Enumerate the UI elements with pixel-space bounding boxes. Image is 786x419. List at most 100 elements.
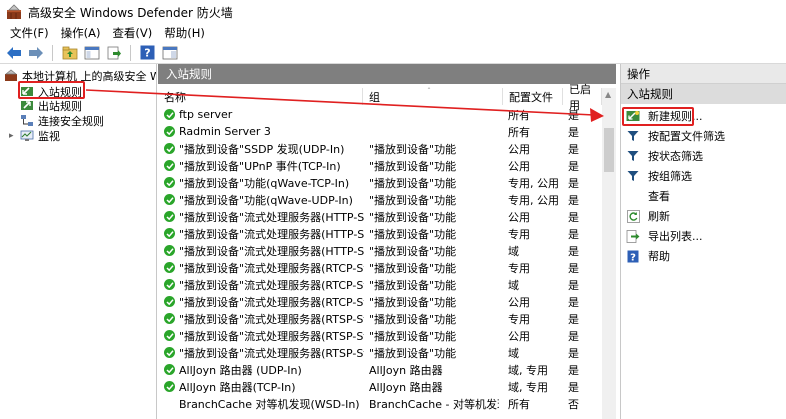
help-icon: ? bbox=[140, 45, 155, 60]
rule-profile-cell: 域, 专用 bbox=[508, 363, 548, 377]
table-row[interactable]: "播放到设备"SSDP 发现(UDP-In) "播放到设备"功能 公用 是 bbox=[158, 140, 602, 157]
filter-icon bbox=[626, 149, 640, 163]
table-row[interactable]: AllJoyn 路由器 (UDP-In) AllJoyn 路由器 域, 专用 是 bbox=[158, 361, 602, 378]
table-row[interactable]: BranchCache 对等机发现(WSD-In) BranchCache - 对… bbox=[158, 395, 602, 412]
rule-enabled-cell: 是 bbox=[568, 261, 579, 275]
tree-item-outbound-rules[interactable]: 出站规则 bbox=[20, 98, 82, 113]
action-export-list[interactable]: 导出列表... bbox=[621, 226, 786, 246]
table-row[interactable]: "播放到设备"流式处理服务器(HTTP-Stre... "播放到设备"功能 公用 是 bbox=[158, 208, 602, 225]
column-header-profile[interactable]: 配置文件 bbox=[503, 88, 563, 105]
tree-item-monitoring[interactable]: 监视 bbox=[20, 128, 60, 143]
scroll-up-arrow-icon[interactable]: ▲ bbox=[605, 90, 611, 99]
table-row[interactable]: "播放到设备"流式处理服务器(RTSP-Stre... "播放到设备"功能 专用 是 bbox=[158, 310, 602, 327]
refresh-icon bbox=[626, 209, 640, 223]
rule-profile-cell: 域, 专用 bbox=[508, 380, 548, 394]
table-row[interactable]: "播放到设备"流式处理服务器(RTSP-Stre... "播放到设备"功能 公用 是 bbox=[158, 327, 602, 344]
rule-group-cell: "播放到设备"功能 bbox=[369, 159, 457, 173]
rule-enabled-cell: 是 bbox=[568, 176, 579, 190]
action-refresh[interactable]: 刷新 bbox=[621, 206, 786, 226]
action-filter-by-state[interactable]: 按状态筛选 bbox=[621, 146, 786, 166]
action-new-rule[interactable]: 新建规则... bbox=[621, 106, 786, 126]
menu-bar: 文件(F) 操作(A) 查看(V) 帮助(H) bbox=[0, 24, 786, 42]
menu-action[interactable]: 操作(A) bbox=[55, 25, 107, 41]
rule-enabled-cell: 是 bbox=[568, 108, 579, 122]
enabled-check-icon bbox=[164, 194, 175, 205]
rule-name-text: "播放到设备"流式处理服务器(RTSP-Stre... bbox=[179, 312, 364, 326]
help-button[interactable]: ? bbox=[138, 44, 157, 62]
rule-group-cell: "播放到设备"功能 bbox=[369, 210, 457, 224]
rule-group-cell: "播放到设备"功能 bbox=[369, 227, 457, 241]
rule-name-cell: Radmin Server 3 bbox=[164, 123, 364, 140]
rule-profile-cell: 专用, 公用 bbox=[508, 193, 559, 207]
rule-name-text: "播放到设备"功能(qWave-TCP-In) bbox=[179, 176, 350, 190]
rule-profile-cell: 专用, 公用 bbox=[508, 176, 559, 190]
rule-name-cell: BranchCache 对等机发现(WSD-In) bbox=[164, 395, 364, 412]
rule-group-cell: AllJoyn 路由器 bbox=[369, 380, 443, 394]
rule-group-cell: "播放到设备"功能 bbox=[369, 278, 457, 292]
action-view[interactable]: 查看 bbox=[621, 186, 786, 206]
enabled-check-icon bbox=[164, 245, 175, 256]
scrollbar-thumb[interactable] bbox=[604, 128, 614, 172]
enabled-check-icon bbox=[164, 381, 175, 392]
rule-name-text: "播放到设备"流式处理服务器(HTTP-Stre... bbox=[179, 210, 364, 224]
rule-group-cell: "播放到设备"功能 bbox=[369, 244, 457, 258]
rule-name-text: "播放到设备"流式处理服务器(RTCP-Stre... bbox=[179, 278, 364, 292]
rule-enabled-cell: 是 bbox=[568, 227, 579, 241]
enabled-check-icon bbox=[164, 211, 175, 222]
menu-view[interactable]: 查看(V) bbox=[106, 25, 158, 41]
firewall-app-icon bbox=[7, 4, 21, 19]
rule-name-text: "播放到设备"流式处理服务器(RTSP-Stre... bbox=[179, 346, 364, 360]
sort-caret-icon: ˆ bbox=[427, 87, 431, 96]
table-row[interactable]: "播放到设备"功能(qWave-TCP-In) "播放到设备"功能 专用, 公用是 bbox=[158, 174, 602, 191]
actions-section-inbound-rules[interactable]: 入站规则 bbox=[621, 84, 786, 104]
enabled-check-icon bbox=[164, 347, 175, 358]
action-filter-by-group[interactable]: 按组筛选 bbox=[621, 166, 786, 186]
column-header-name[interactable]: 名称 bbox=[158, 88, 363, 105]
table-row[interactable]: "播放到设备"流式处理服务器(HTTP-Stre... "播放到设备"功能 域 是 bbox=[158, 242, 602, 259]
filter-icon bbox=[626, 169, 640, 183]
action-filter-by-profile[interactable]: 按配置文件筛选 bbox=[621, 126, 786, 146]
rule-profile-cell: 域 bbox=[508, 346, 519, 360]
menu-file[interactable]: 文件(F) bbox=[4, 25, 55, 41]
rule-name-text: "播放到设备"流式处理服务器(HTTP-Stre... bbox=[179, 244, 364, 258]
monitoring-icon bbox=[20, 130, 34, 141]
rule-enabled-cell: 是 bbox=[568, 278, 579, 292]
column-header-enabled[interactable]: 已启用 bbox=[563, 83, 602, 112]
export-button[interactable] bbox=[104, 44, 123, 62]
show-action-pane-button[interactable] bbox=[160, 44, 179, 62]
rule-name-cell: "播放到设备"流式处理服务器(RTSP-Stre... bbox=[164, 310, 364, 327]
back-button[interactable] bbox=[4, 44, 23, 62]
table-row[interactable]: AllJoyn 路由器(TCP-In) AllJoyn 路由器 域, 专用 是 bbox=[158, 378, 602, 395]
show-tree-button[interactable] bbox=[82, 44, 101, 62]
table-row[interactable]: "播放到设备"流式处理服务器(RTSP-Stre... "播放到设备"功能 域 是 bbox=[158, 344, 602, 361]
tree-root-label: 本地计算机 上的高级安全 Windc bbox=[22, 69, 156, 83]
rule-profile-cell: 所有 bbox=[508, 397, 530, 411]
rule-name-cell: AllJoyn 路由器(TCP-In) bbox=[164, 378, 364, 395]
actions-pane: 操作 入站规则 新建规则... 按配置文件筛选 按状态筛选 按组筛选 查看 刷新 bbox=[620, 64, 786, 419]
rule-group-cell: "播放到设备"功能 bbox=[369, 261, 457, 275]
inbound-rules-icon bbox=[21, 87, 33, 96]
enabled-check-icon bbox=[164, 313, 175, 324]
table-row[interactable]: ftp server 所有 是 bbox=[158, 106, 602, 123]
expand-caret-icon[interactable]: ▸ bbox=[9, 131, 14, 141]
vertical-scrollbar[interactable]: ▲ bbox=[602, 88, 616, 419]
column-header-group-label: 组 bbox=[369, 90, 380, 104]
table-row[interactable]: "播放到设备"UPnP 事件(TCP-In) "播放到设备"功能 公用 是 bbox=[158, 157, 602, 174]
table-row[interactable]: "播放到设备"流式处理服务器(RTCP-Stre... "播放到设备"功能 专用 是 bbox=[158, 259, 602, 276]
column-header-group[interactable]: 组 ˆ bbox=[363, 87, 503, 105]
tree-item-connection-security-rules[interactable]: 连接安全规则 bbox=[20, 113, 104, 128]
table-row[interactable]: "播放到设备"功能(qWave-UDP-In) "播放到设备"功能 专用, 公用是 bbox=[158, 191, 602, 208]
table-row[interactable]: "播放到设备"流式处理服务器(RTCP-Stre... "播放到设备"功能 公用 是 bbox=[158, 293, 602, 310]
outbound-rules-icon bbox=[21, 101, 33, 110]
tree-root[interactable]: 本地计算机 上的高级安全 Windc bbox=[4, 68, 156, 83]
rule-name-cell: "播放到设备"流式处理服务器(HTTP-Stre... bbox=[164, 225, 364, 242]
table-row[interactable]: Radmin Server 3 所有 是 bbox=[158, 123, 602, 140]
action-help[interactable]: ? 帮助 bbox=[621, 246, 786, 266]
toolbar-separator bbox=[130, 44, 131, 61]
table-row[interactable]: "播放到设备"流式处理服务器(RTCP-Stre... "播放到设备"功能 域 是 bbox=[158, 276, 602, 293]
forward-button[interactable] bbox=[26, 44, 45, 62]
menu-help[interactable]: 帮助(H) bbox=[158, 25, 211, 41]
table-row[interactable]: "播放到设备"流式处理服务器(HTTP-Stre... "播放到设备"功能 专用 是 bbox=[158, 225, 602, 242]
rule-enabled-cell: 是 bbox=[568, 346, 579, 360]
up-folder-button[interactable] bbox=[60, 44, 79, 62]
